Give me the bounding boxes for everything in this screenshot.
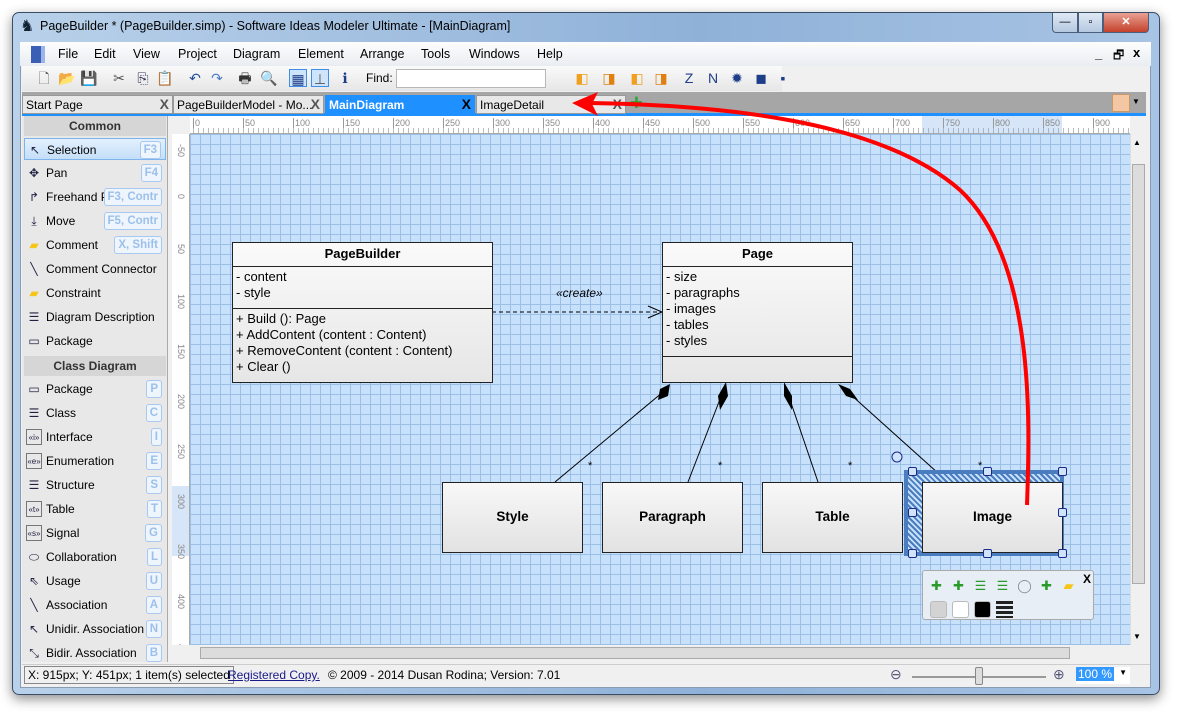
menu-arrange[interactable]: Arrange [360,47,404,61]
align-n-icon[interactable]: N [704,69,722,87]
scroll-thumb[interactable] [200,647,1070,659]
arrange-icon[interactable]: ▪ [774,69,792,87]
menu-tools[interactable]: Tools [421,47,450,61]
zoom-in-icon[interactable]: ⊕ [1053,666,1065,683]
registered-copy-link[interactable]: Registered Copy. [228,668,320,682]
add-operation-icon[interactable]: ✚ [950,577,967,594]
color-swatch[interactable] [974,601,991,618]
menu-file[interactable]: File [58,47,78,61]
snap-icon[interactable]: ⊥ [311,69,329,87]
scroll-thumb[interactable] [1132,164,1145,584]
redo-icon[interactable]: ↷ [208,69,226,87]
menu-project[interactable]: Project [178,47,217,61]
paste-icon[interactable]: 📋 [156,69,174,87]
zoom-slider-thumb[interactable] [975,667,983,685]
zoom-select[interactable]: 100 % ▼ [1076,667,1130,684]
menu-view[interactable]: View [133,47,160,61]
menu-help[interactable]: Help [537,47,563,61]
bring-front-icon[interactable]: ◧ [628,69,646,87]
vertical-scrollbar[interactable]: ▲ ▼ [1130,134,1146,645]
add-attribute-icon[interactable]: ✚ [928,577,945,594]
grid-icon[interactable]: ▦ [289,69,307,87]
menu-element[interactable]: Element [298,47,344,61]
open-icon[interactable]: 📂 [58,69,76,87]
menu-diagram[interactable]: Diagram [233,47,280,61]
add-section-icon[interactable]: ☰ [994,577,1011,594]
zoom-out-icon[interactable]: ⊖ [890,666,902,683]
send-backward-icon[interactable]: ◨ [600,69,618,87]
undo-icon[interactable]: ↶ [186,69,204,87]
line-style-icon[interactable] [996,601,1013,618]
add-compartment-icon[interactable]: ☰ [972,577,989,594]
gear-icon[interactable]: ✹ [728,69,746,87]
stack-icon[interactable]: ◼ [752,69,770,87]
bring-forward-icon[interactable]: ◧ [573,69,591,87]
cursor-position: X: 915px; Y: 451px; 1 item(s) selected [24,666,234,684]
red-arrow-annotation [589,101,1031,506]
send-back-icon[interactable]: ◨ [652,69,670,87]
print-icon[interactable]: 🖶 [236,69,254,87]
copyright: © 2009 - 2014 Dusan Rodina; Version: 7.0… [328,668,561,682]
add-link-icon[interactable]: ✚ [1038,577,1055,594]
print-preview-icon[interactable]: 🔍 [260,69,278,87]
zoom-value: 100 % [1076,667,1115,681]
info-icon[interactable]: ℹ [336,69,354,87]
cut-icon[interactable]: ✂ [110,69,128,87]
floating-toolbar-close[interactable]: X [1083,572,1091,586]
menu-windows[interactable]: Windows [469,47,520,61]
new-icon[interactable]: 🗋 [35,69,53,87]
save-icon[interactable]: 💾 [80,69,98,87]
color-swatch[interactable] [930,601,947,618]
circle-icon[interactable]: ◯ [1016,577,1033,594]
comment-icon[interactable]: ▰ [1060,577,1077,594]
chevron-down-icon: ▼ [1119,668,1127,677]
menu-edit[interactable]: Edit [94,47,116,61]
horizontal-scrollbar[interactable] [190,645,1130,661]
color-swatch[interactable] [952,601,969,618]
copy-icon[interactable]: ⎘ [134,69,152,87]
align-z-icon[interactable]: Z [680,69,698,87]
